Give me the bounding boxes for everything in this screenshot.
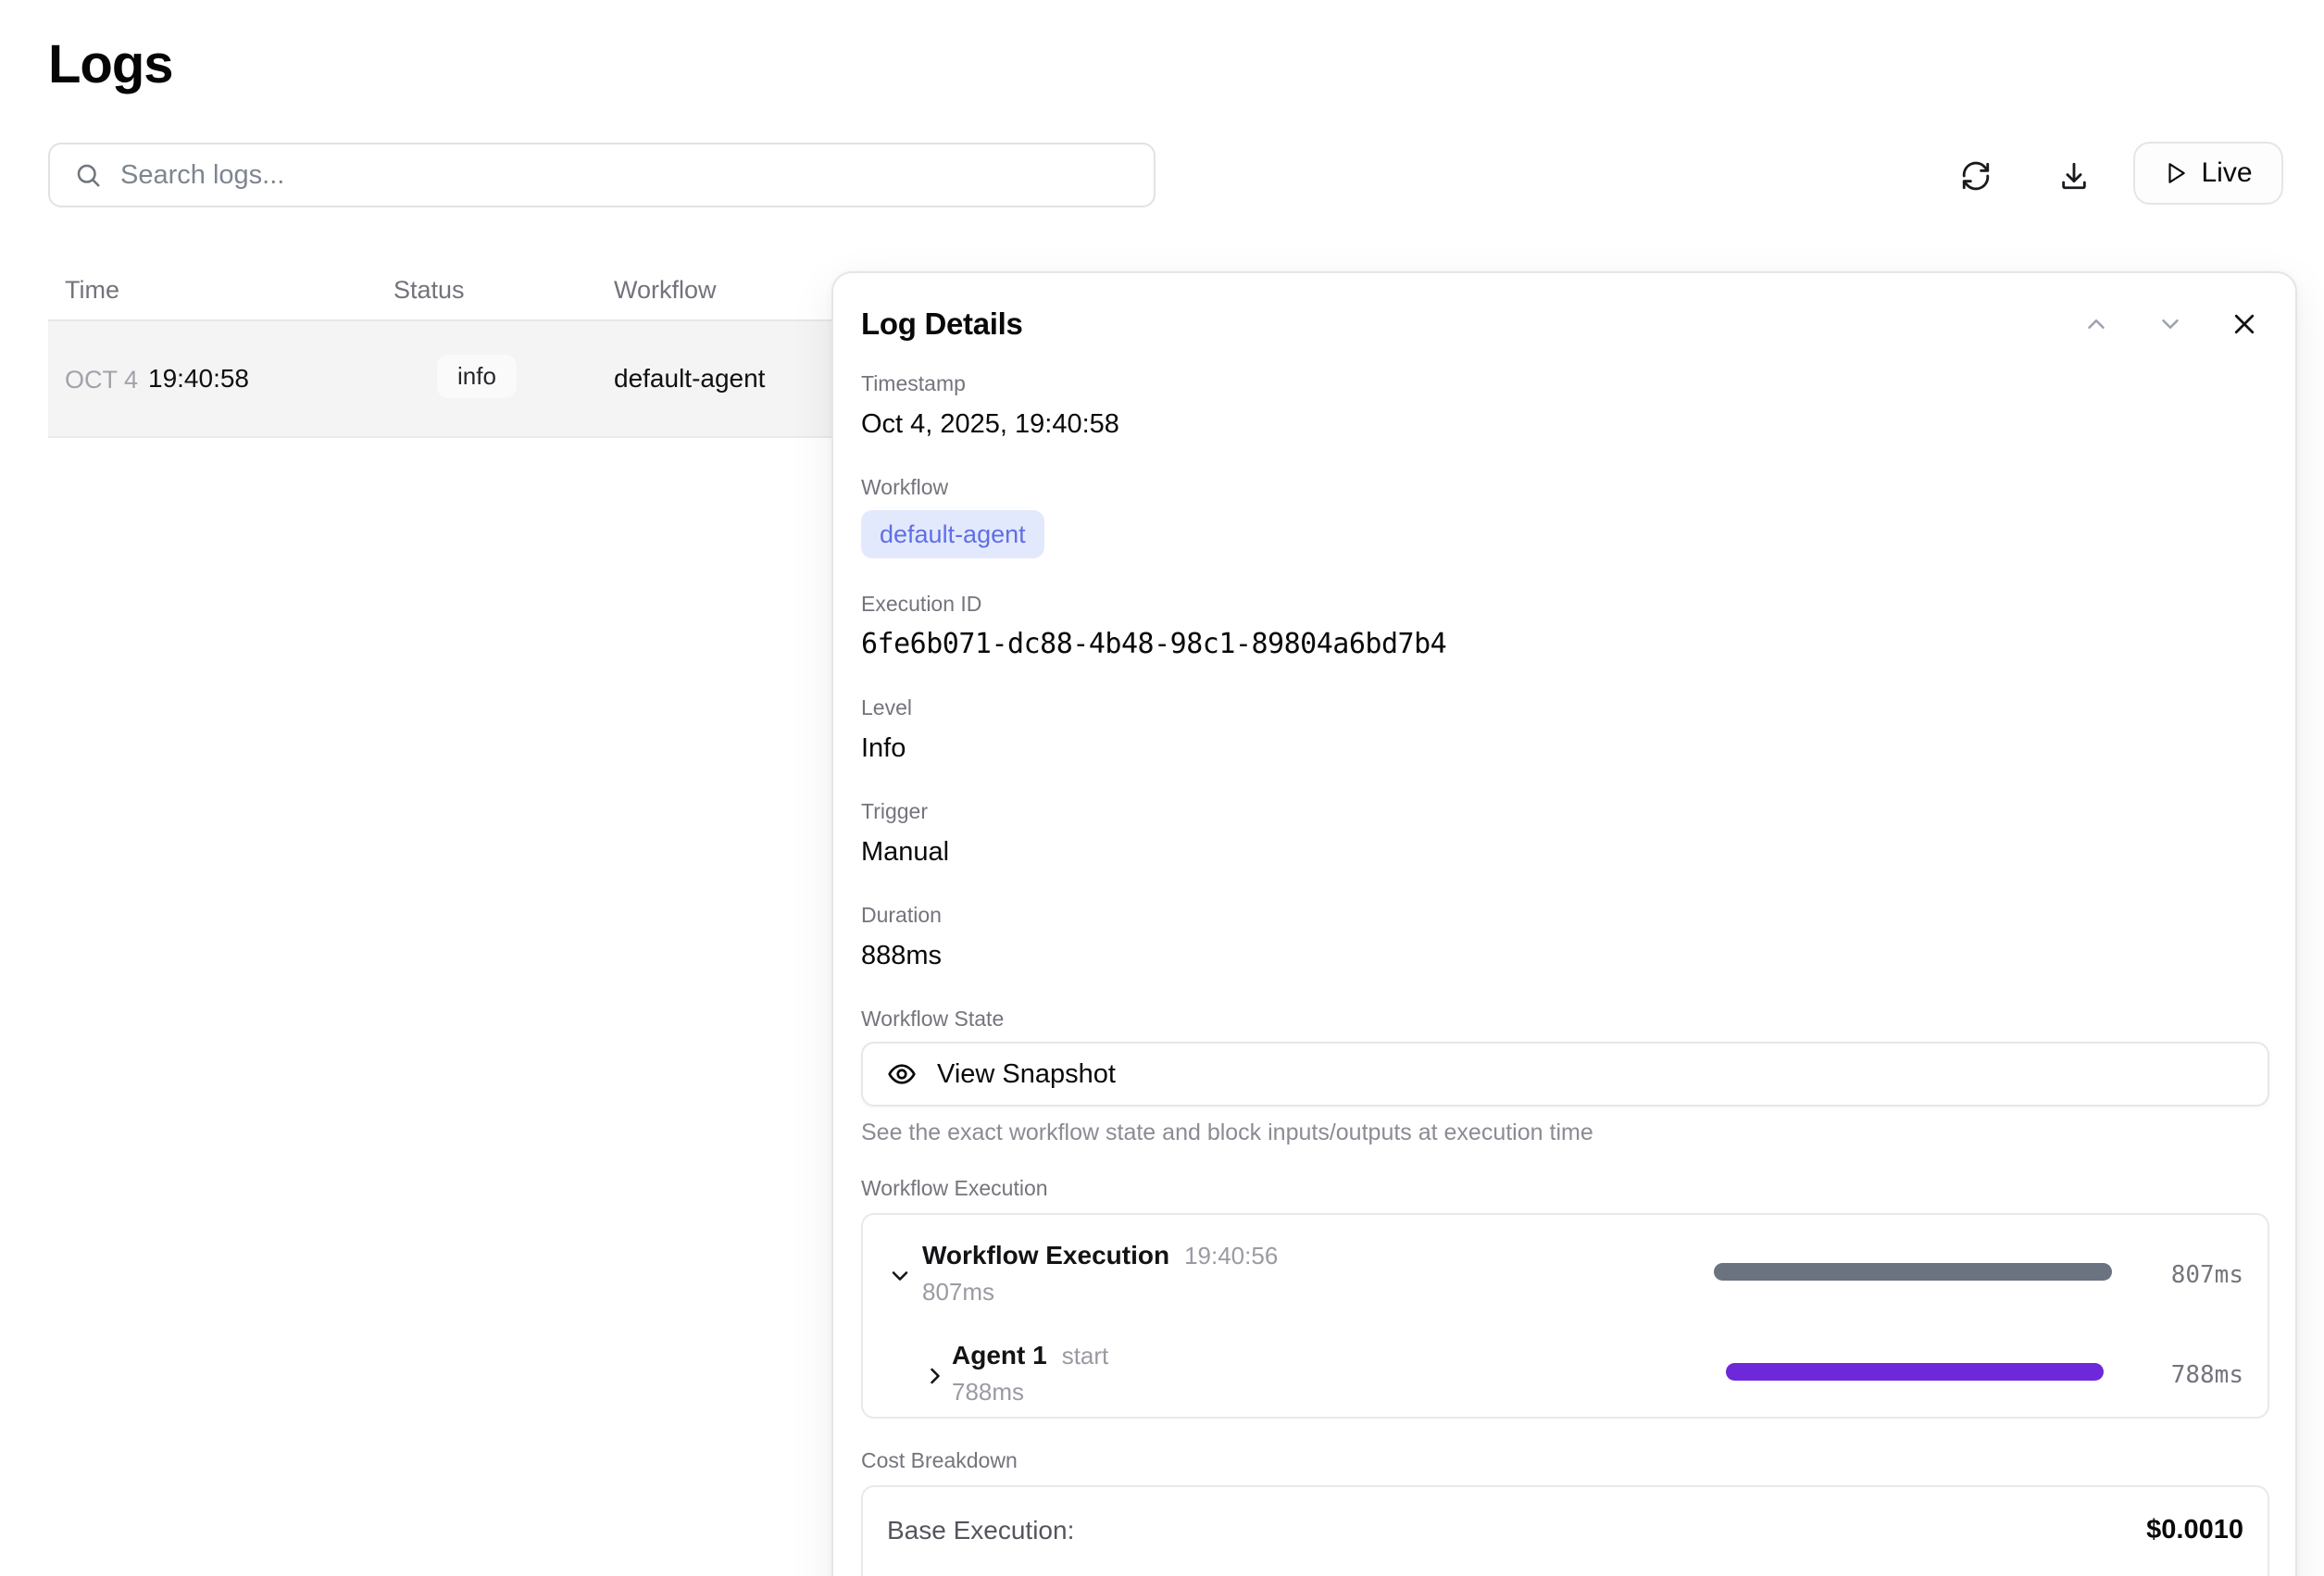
search-input[interactable] [102, 144, 1154, 206]
logs-table: Time Status Workflow OCT 4 19:40:58 info… [48, 269, 831, 438]
table-row[interactable]: OCT 4 19:40:58 info default-agent [48, 321, 831, 438]
previous-log-button[interactable] [2082, 310, 2110, 338]
execution-id-field: Execution ID 6fe6b071-dc88-4b48-98c1-898… [861, 590, 2269, 662]
column-header-workflow: Workflow [614, 276, 717, 305]
timeline-duration-label: 807ms [2171, 1261, 2243, 1289]
logs-page: Logs Live Time Status Workflow OCT 4 19:… [0, 0, 2324, 1576]
workflow-field: Workflow default-agent [861, 473, 2269, 558]
collapse-row-button[interactable] [887, 1263, 913, 1289]
cost-breakdown-section: Cost Breakdown Base Execution: $0.0010 M… [861, 1446, 2269, 1576]
chevron-right-icon [922, 1363, 948, 1389]
execution-row-time: 19:40:56 [1184, 1242, 1278, 1270]
duration-label: Duration [861, 901, 2269, 929]
level-label: Level [861, 694, 2269, 721]
panel-actions [2082, 310, 2258, 338]
search-icon [74, 161, 102, 189]
trigger-field: Trigger Manual [861, 797, 2269, 869]
log-workflow: default-agent [614, 364, 765, 394]
download-icon [2058, 160, 2090, 192]
execution-row-duration: 807ms [922, 1278, 1278, 1307]
refresh-button[interactable] [1954, 154, 1998, 198]
column-header-time: Time [65, 276, 119, 305]
execution-row-name: Agent 1 [952, 1341, 1047, 1370]
refresh-icon [1960, 160, 1992, 192]
cost-row: Base Execution: $0.0010 [887, 1515, 2243, 1545]
workflow-badge[interactable]: default-agent [861, 510, 1044, 558]
level-value: Info [861, 731, 2269, 766]
cost-breakdown-label: Cost Breakdown [861, 1446, 2269, 1474]
timestamp-field: Timestamp Oct 4, 2025, 19:40:58 [861, 369, 2269, 442]
cost-breakdown-card: Base Execution: $0.0010 Model Input: $0.… [861, 1485, 2269, 1576]
execution-row-name: Workflow Execution [922, 1241, 1169, 1270]
table-header: Time Status Workflow [48, 269, 831, 319]
panel-header: Log Details [861, 306, 2269, 342]
snapshot-caption: See the exact workflow state and block i… [861, 1119, 2269, 1146]
timestamp-label: Timestamp [861, 369, 2269, 397]
workflow-label: Workflow [861, 473, 2269, 501]
page-title: Logs [48, 33, 173, 95]
timeline-duration-label: 788ms [2171, 1361, 2243, 1389]
close-icon [2230, 310, 2258, 338]
cost-row-label: Base Execution: [887, 1516, 1074, 1545]
log-time: 19:40:58 [148, 364, 249, 394]
download-button[interactable] [2052, 154, 2096, 198]
execution-row-duration: 788ms [952, 1378, 1108, 1407]
next-log-button[interactable] [2156, 310, 2184, 338]
workflow-execution-section: Workflow Execution Workflow Execution 19… [861, 1174, 2269, 1419]
chevron-down-icon [887, 1263, 913, 1289]
duration-value: 888ms [861, 938, 2269, 973]
live-button[interactable]: Live [2133, 142, 2283, 205]
view-snapshot-button[interactable]: View Snapshot [861, 1042, 2269, 1107]
execution-row-text: Workflow Execution 19:40:56 807ms [922, 1241, 1278, 1307]
timestamp-value: Oct 4, 2025, 19:40:58 [861, 407, 2269, 442]
expand-row-button[interactable] [922, 1363, 948, 1389]
workflow-execution-card: Workflow Execution 19:40:56 807ms 807ms [861, 1213, 2269, 1419]
chevron-down-icon [2156, 310, 2184, 338]
timeline-bar [1726, 1363, 2104, 1381]
column-header-status: Status [394, 276, 465, 305]
chevron-up-icon [2082, 310, 2110, 338]
level-field: Level Info [861, 694, 2269, 766]
play-icon [2164, 161, 2188, 185]
status-badge: info [437, 355, 517, 398]
cost-row-value: $0.0010 [2146, 1515, 2243, 1545]
trigger-label: Trigger [861, 797, 2269, 825]
log-date: OCT 4 [65, 366, 138, 394]
execution-row-tag: start [1062, 1342, 1109, 1370]
execution-id-label: Execution ID [861, 590, 2269, 618]
execution-id-value: 6fe6b071-dc88-4b48-98c1-89804a6bd7b4 [861, 627, 2269, 662]
workflow-execution-label: Workflow Execution [861, 1174, 2269, 1202]
view-snapshot-label: View Snapshot [937, 1059, 1116, 1090]
search-box [48, 143, 1156, 207]
panel-title: Log Details [861, 306, 1023, 342]
timeline-bar [1714, 1263, 2112, 1281]
workflow-state-section: Workflow State View Snapshot See the exa… [861, 1005, 2269, 1146]
log-details-panel: Log Details Timestamp Oct 4, 2025, 19:40… [831, 271, 2297, 1576]
eye-icon [887, 1059, 917, 1089]
execution-row-text: Agent 1 start 788ms [952, 1341, 1108, 1407]
trigger-value: Manual [861, 834, 2269, 869]
live-button-label: Live [2201, 157, 2252, 189]
duration-field: Duration 888ms [861, 901, 2269, 973]
execution-row-agent[interactable]: Agent 1 start 788ms 788ms [863, 1319, 2268, 1420]
close-panel-button[interactable] [2230, 310, 2258, 338]
workflow-state-label: Workflow State [861, 1005, 2269, 1032]
execution-row-workflow[interactable]: Workflow Execution 19:40:56 807ms 807ms [863, 1224, 2268, 1326]
